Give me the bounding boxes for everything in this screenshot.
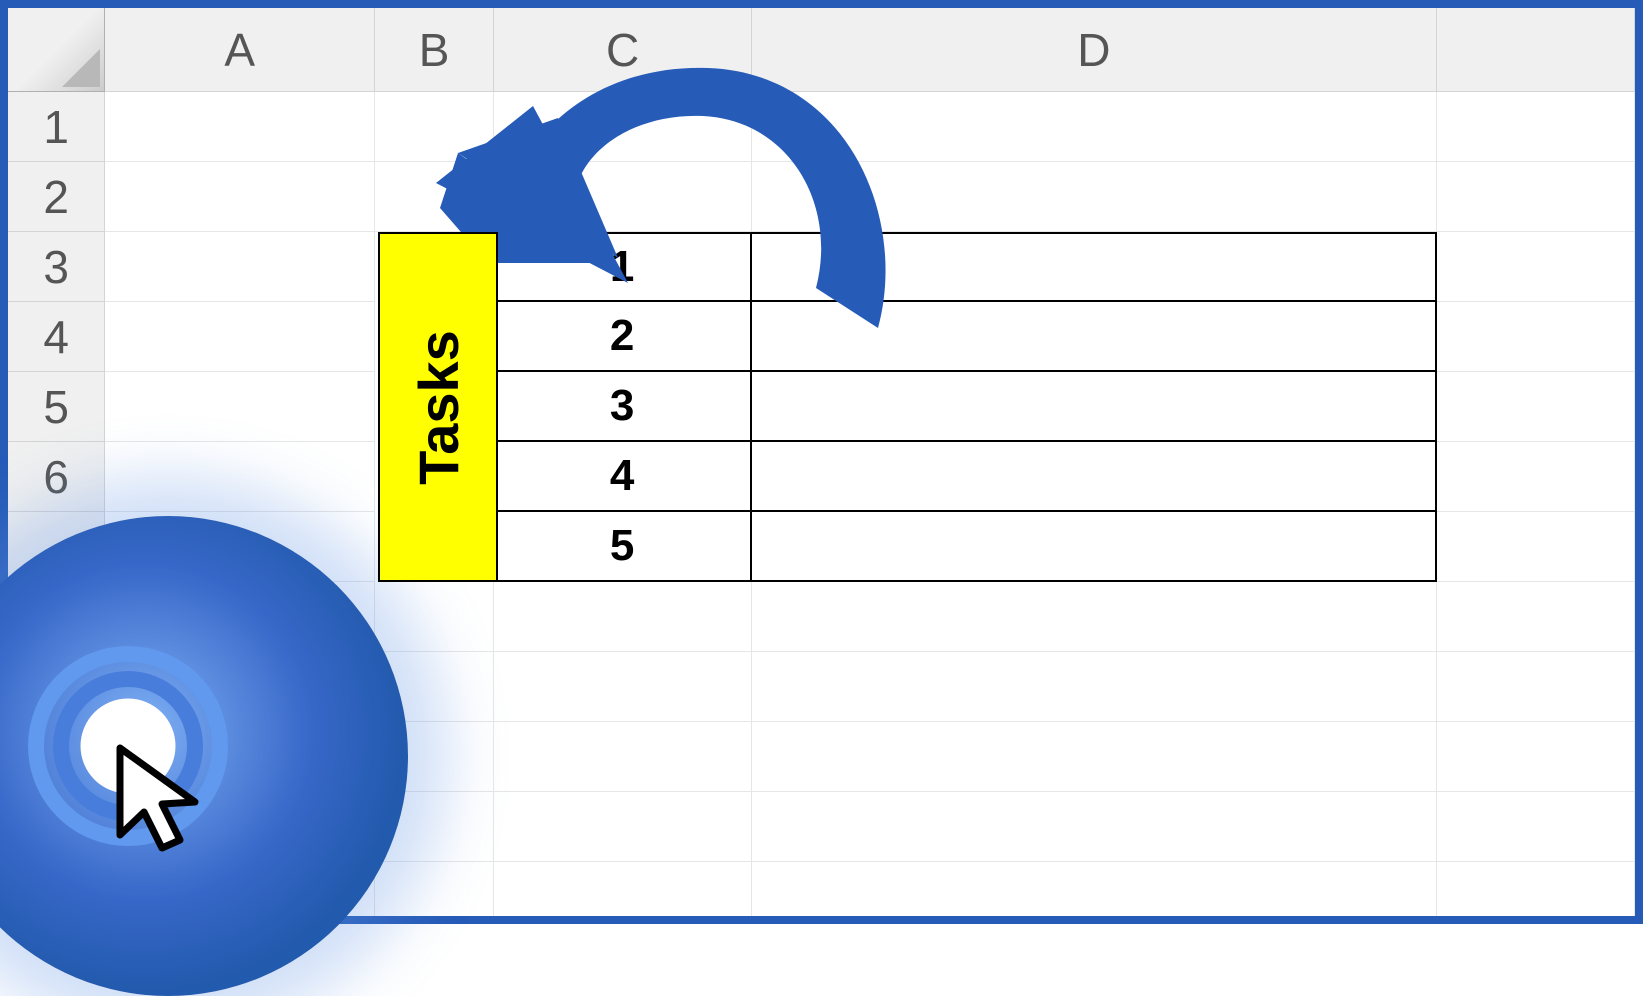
cell-C3[interactable]: 1 xyxy=(494,232,752,302)
cell-A4[interactable] xyxy=(105,302,375,372)
column-header-E[interactable] xyxy=(1437,8,1635,92)
cell-C6[interactable]: 4 xyxy=(494,442,752,512)
cell-C4[interactable]: 2 xyxy=(494,302,752,372)
cell-D7[interactable] xyxy=(752,512,1437,582)
cell-B1[interactable] xyxy=(375,92,494,162)
cell-C2[interactable] xyxy=(494,162,752,232)
cell-E4[interactable] xyxy=(1437,302,1635,372)
row-header-1[interactable]: 1 xyxy=(8,92,105,162)
cell-C5[interactable]: 3 xyxy=(494,372,752,442)
cell-C7[interactable]: 5 xyxy=(494,512,752,582)
cell-A5[interactable] xyxy=(105,372,375,442)
cell-E6[interactable] xyxy=(1437,442,1635,512)
column-header-A[interactable]: A xyxy=(105,8,375,92)
row-header-4[interactable]: 4 xyxy=(8,302,105,372)
cursor-icon xyxy=(110,740,220,860)
cell-D1[interactable] xyxy=(752,92,1437,162)
tasks-vertical-label: Tasks xyxy=(406,330,471,485)
row-header-6[interactable]: 6 xyxy=(8,442,105,512)
cell-A1[interactable] xyxy=(105,92,375,162)
cell-D5[interactable] xyxy=(752,372,1437,442)
column-header-B[interactable]: B xyxy=(375,8,494,92)
cell-D4[interactable] xyxy=(752,302,1437,372)
cell-E2[interactable] xyxy=(1437,162,1635,232)
cell-E3[interactable] xyxy=(1437,232,1635,302)
column-header-D[interactable]: D xyxy=(752,8,1437,92)
cell-B3-merged-tasks[interactable]: Tasks xyxy=(378,232,498,582)
row-header-5[interactable]: 5 xyxy=(8,372,105,442)
cell-E5[interactable] xyxy=(1437,372,1635,442)
column-header-row: A B C D xyxy=(8,8,1635,92)
row-header-3[interactable]: 3 xyxy=(8,232,105,302)
cell-A2[interactable] xyxy=(105,162,375,232)
cell-E1[interactable] xyxy=(1437,92,1635,162)
cell-D2[interactable] xyxy=(752,162,1437,232)
cell-B2[interactable] xyxy=(375,162,494,232)
cell-A6[interactable] xyxy=(105,442,375,512)
select-all-corner[interactable] xyxy=(8,8,105,92)
row-header-2[interactable]: 2 xyxy=(8,162,105,232)
app-frame: A B C D 1 2 3 Tas xyxy=(0,0,1643,924)
cell-A3[interactable] xyxy=(105,232,375,302)
cell-C1[interactable] xyxy=(494,92,752,162)
cell-D6[interactable] xyxy=(752,442,1437,512)
cell-D3[interactable] xyxy=(752,232,1437,302)
cell-E7[interactable] xyxy=(1437,512,1635,582)
column-header-C[interactable]: C xyxy=(494,8,752,92)
